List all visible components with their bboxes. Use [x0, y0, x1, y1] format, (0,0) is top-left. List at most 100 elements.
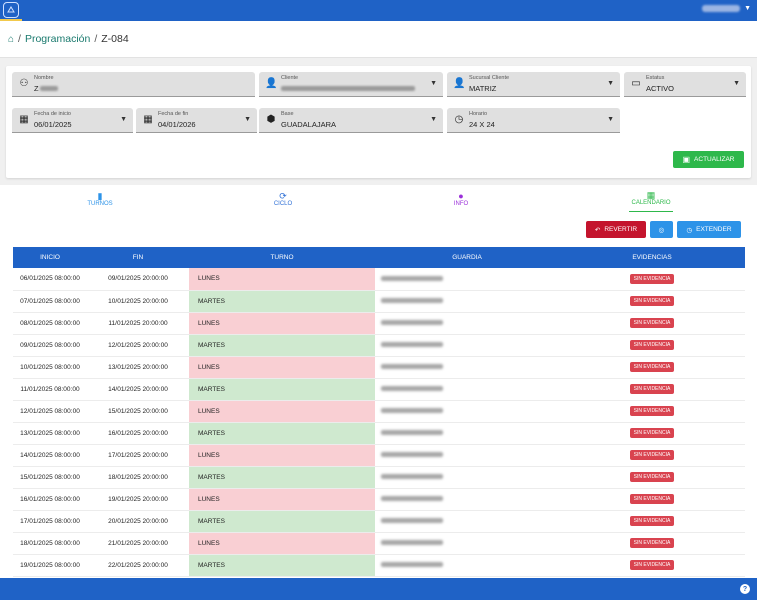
sin-evidencia-badge[interactable]: SIN EVIDENCIA: [629, 560, 675, 570]
guardia-redacted: [381, 496, 443, 502]
sin-evidencia-badge[interactable]: SIN EVIDENCIA: [629, 362, 675, 372]
sin-evidencia-badge[interactable]: SIN EVIDENCIA: [629, 494, 675, 504]
tab-ciclo[interactable]: ⟳ CICLO: [243, 185, 323, 212]
tab-ciclo-label: CICLO: [273, 200, 293, 207]
home-icon[interactable]: ⌂: [8, 34, 14, 45]
user-menu[interactable]: ▼: [702, 5, 751, 12]
row-fin: 13/01/2025 20:00:00: [87, 356, 189, 379]
fecha-inicio-field[interactable]: ▦ Fecha de inicio 06/01/2025 ▼: [12, 108, 133, 133]
estatus-select[interactable]: ▭ Estatus ACTIVO ▼: [624, 72, 746, 97]
extender-button[interactable]: ◷ EXTENDER: [677, 221, 741, 238]
row-guardia[interactable]: [375, 290, 559, 313]
base-select[interactable]: ⬢ Base GUADALAJARA ▼: [259, 108, 443, 133]
row-inicio: 15/01/2025 08:00:00: [13, 466, 87, 489]
cliente-label: Cliente: [281, 75, 299, 81]
horario-label: Horario: [469, 111, 488, 117]
row-guardia[interactable]: [375, 378, 559, 401]
person-icon: 👤: [265, 78, 278, 89]
chevron-down-icon: ▼: [733, 80, 740, 87]
row-guardia[interactable]: [375, 532, 559, 555]
sin-evidencia-badge[interactable]: SIN EVIDENCIA: [629, 538, 675, 548]
tab-turnos-label: TURNOS: [87, 200, 113, 207]
sin-evidencia-badge[interactable]: SIN EVIDENCIA: [629, 428, 675, 438]
tab-bar: ▮ TURNOS ⟳ CICLO ● INFO ▦ CALENDARIO: [0, 185, 757, 212]
horario-value: 24 X 24: [469, 120, 495, 129]
row-inicio: 09/01/2025 08:00:00: [13, 334, 87, 357]
sin-evidencia-badge[interactable]: SIN EVIDENCIA: [629, 384, 675, 394]
calendar-table: INICIO FIN TURNO GUARDIA EVIDENCIAS 06/0…: [13, 247, 745, 577]
table-row[interactable]: 16/01/2025 08:00:00 19/01/2025 20:00:00 LU…: [13, 488, 745, 511]
row-guardia[interactable]: [375, 268, 559, 291]
row-guardia[interactable]: [375, 488, 559, 511]
table-row[interactable]: 13/01/2025 08:00:00 16/01/2025 20:00:00 MA…: [13, 422, 745, 445]
fecha-fin-field[interactable]: ▦ Fecha de fin 04/01/2026 ▼: [136, 108, 257, 133]
table-row[interactable]: 06/01/2025 08:00:00 09/01/2025 20:00:00 LU…: [13, 268, 745, 291]
cubes-icon: ⬢: [266, 114, 276, 125]
row-evidencias: SIN EVIDENCIA: [559, 554, 745, 577]
row-turno: MARTES: [189, 334, 375, 357]
cliente-select[interactable]: 👤 Cliente ▼: [259, 72, 443, 97]
table-row[interactable]: 17/01/2025 08:00:00 20/01/2025 20:00:00 MA…: [13, 510, 745, 533]
breadcrumb-link-programacion[interactable]: Programación: [25, 33, 90, 45]
table-row[interactable]: 09/01/2025 08:00:00 12/01/2025 20:00:00 MA…: [13, 334, 745, 357]
row-fin: 17/01/2025 20:00:00: [87, 444, 189, 467]
clock-icon: ◷: [686, 226, 693, 234]
sin-evidencia-badge[interactable]: SIN EVIDENCIA: [629, 340, 675, 350]
table-row[interactable]: 18/01/2025 08:00:00 21/01/2025 20:00:00 LU…: [13, 532, 745, 555]
row-fin: 21/01/2025 20:00:00: [87, 532, 189, 555]
sin-evidencia-badge[interactable]: SIN EVIDENCIA: [629, 296, 675, 306]
row-fin: 22/01/2025 20:00:00: [87, 554, 189, 577]
table-row[interactable]: 15/01/2025 08:00:00 18/01/2025 20:00:00 MA…: [13, 466, 745, 489]
table-row[interactable]: 19/01/2025 08:00:00 22/01/2025 20:00:00 MA…: [13, 554, 745, 577]
map-icon: ▮: [97, 190, 103, 201]
refresh-button[interactable]: ◎: [650, 221, 673, 238]
row-turno: MARTES: [189, 510, 375, 533]
row-guardia[interactable]: [375, 554, 559, 577]
sin-evidencia-badge[interactable]: SIN EVIDENCIA: [629, 472, 675, 482]
guardia-redacted: [381, 452, 443, 458]
row-guardia[interactable]: [375, 312, 559, 335]
tab-info[interactable]: ● INFO: [421, 185, 501, 212]
toggle-icon: ▭: [631, 78, 641, 89]
table-row[interactable]: 07/01/2025 08:00:00 10/01/2025 20:00:00 MA…: [13, 290, 745, 313]
row-turno: MARTES: [189, 378, 375, 401]
help-icon[interactable]: ?: [740, 584, 750, 594]
table-row[interactable]: 14/01/2025 08:00:00 17/01/2025 20:00:00 LU…: [13, 444, 745, 467]
user-name-redacted: [702, 5, 741, 12]
app-logo-icon[interactable]: [3, 2, 19, 18]
breadcrumb: ⌂ / Programación / Z-084: [0, 21, 757, 58]
row-guardia[interactable]: [375, 444, 559, 467]
sin-evidencia-badge[interactable]: SIN EVIDENCIA: [629, 450, 675, 460]
row-guardia[interactable]: [375, 422, 559, 445]
sin-evidencia-badge[interactable]: SIN EVIDENCIA: [629, 273, 675, 284]
row-turno: LUNES: [189, 268, 375, 291]
row-inicio: 10/01/2025 08:00:00: [13, 356, 87, 379]
tab-calendario[interactable]: ▦ CALENDARIO: [629, 185, 673, 212]
table-body: 06/01/2025 08:00:00 09/01/2025 20:00:00 LU…: [13, 268, 745, 577]
row-fin: 20/01/2025 20:00:00: [87, 510, 189, 533]
breadcrumb-separator: /: [18, 33, 21, 45]
row-guardia[interactable]: [375, 400, 559, 423]
row-guardia[interactable]: [375, 466, 559, 489]
actualizar-button[interactable]: ▣ ACTUALIZAR: [673, 151, 744, 168]
table-row[interactable]: 11/01/2025 08:00:00 14/01/2025 20:00:00 MA…: [13, 378, 745, 401]
horario-select[interactable]: ◷ Horario 24 X 24 ▼: [447, 108, 620, 133]
revertir-button[interactable]: ↶ REVERTIR: [586, 221, 646, 238]
row-evidencias: SIN EVIDENCIA: [559, 378, 745, 401]
actualizar-label: ACTUALIZAR: [694, 156, 735, 163]
tab-turnos[interactable]: ▮ TURNOS: [60, 185, 140, 212]
row-guardia[interactable]: [375, 356, 559, 379]
table-row[interactable]: 10/01/2025 08:00:00 13/01/2025 20:00:00 LU…: [13, 356, 745, 379]
row-guardia[interactable]: [375, 334, 559, 357]
nombre-field[interactable]: ⚇ Nombre Z: [12, 72, 255, 97]
sin-evidencia-badge[interactable]: SIN EVIDENCIA: [629, 406, 675, 416]
fecha-inicio-label: Fecha de inicio: [34, 111, 71, 117]
row-inicio: 08/01/2025 08:00:00: [13, 312, 87, 335]
cycle-icon: ⟳: [279, 190, 287, 201]
table-row[interactable]: 12/01/2025 08:00:00 15/01/2025 20:00:00 LU…: [13, 400, 745, 423]
sin-evidencia-badge[interactable]: SIN EVIDENCIA: [629, 318, 675, 328]
sin-evidencia-badge[interactable]: SIN EVIDENCIA: [629, 516, 675, 526]
row-guardia[interactable]: [375, 510, 559, 533]
table-row[interactable]: 08/01/2025 08:00:00 11/01/2025 20:00:00 LU…: [13, 312, 745, 335]
sucursal-select[interactable]: 👤 Sucursal Cliente MATRIZ ▼: [447, 72, 620, 97]
